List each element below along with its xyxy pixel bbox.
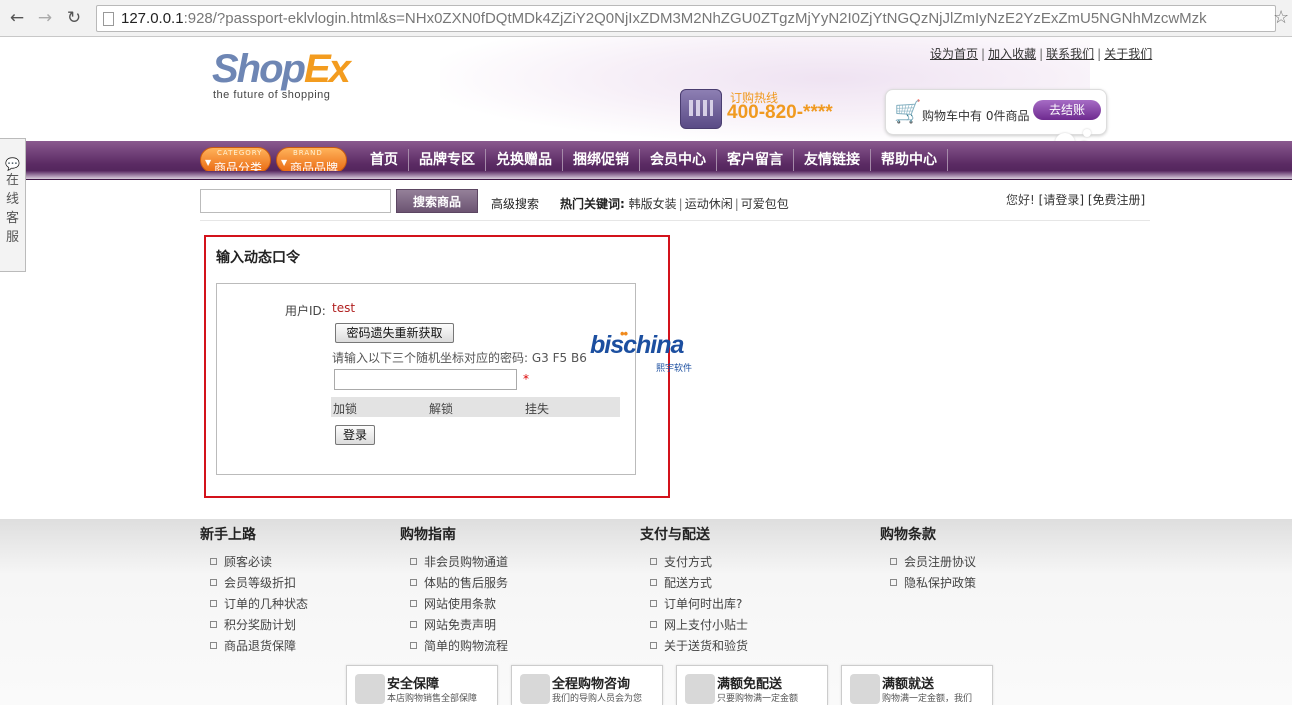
- user-id-value: test: [332, 301, 356, 315]
- checkout-button[interactable]: 去结账: [1033, 100, 1101, 120]
- footer-link[interactable]: 订单的几种状态: [210, 595, 308, 616]
- about-us-link[interactable]: 关于我们: [1104, 47, 1152, 61]
- footer-link[interactable]: 隐私保护政策: [890, 574, 976, 595]
- page-icon: [103, 12, 114, 26]
- watermark-subtitle: 熙宇软件: [656, 364, 693, 374]
- nav-home[interactable]: 首页: [360, 149, 409, 173]
- agent-icon: [520, 674, 550, 704]
- login-link[interactable]: [请登录]: [1039, 193, 1084, 207]
- hot-keywords: 热门关键词: 韩版女装 | 运动休闲 | 可爱包包: [560, 197, 789, 211]
- footer-link[interactable]: 商品退货保障: [210, 637, 308, 658]
- panel-title: 输入动态口令: [216, 250, 300, 266]
- hot-keyword-link[interactable]: 运动休闲: [685, 197, 733, 211]
- footer-column-newbie: 新手上路 顾客必读 会员等级折扣 订单的几种状态 积分奖励计划 商品退货保障: [200, 524, 308, 658]
- add-favorite-link[interactable]: 加入收藏: [988, 47, 1036, 61]
- bischina-watermark-logo: bischina ••: [590, 326, 684, 359]
- footer-link[interactable]: 顾客必读: [210, 553, 308, 574]
- search-input[interactable]: [200, 189, 391, 213]
- dynamic-password-panel: 输入动态口令 用户ID: test 密码遗失重新获取 请输入以下三个随机坐标对应…: [204, 235, 670, 498]
- login-button[interactable]: 登录: [335, 425, 375, 445]
- login-form: 用户ID: test 密码遗失重新获取 请输入以下三个随机坐标对应的密码: G3…: [216, 283, 636, 475]
- hotline-number: 400-820-****: [727, 102, 833, 123]
- bookmark-star-icon[interactable]: ☆: [1273, 7, 1289, 28]
- site-header: ShopEx the future of shopping 设为首页 | 加入收藏 |…: [0, 37, 1292, 153]
- user-id-label: 用户ID:: [285, 304, 326, 318]
- required-mark: *: [523, 372, 529, 386]
- caret-down-icon: ▼: [281, 158, 288, 167]
- footer-link[interactable]: 非会员购物通道: [410, 553, 508, 574]
- url-text: 127.0.0.1:928/?passport-eklvlogin.html&s…: [121, 10, 1207, 27]
- reload-icon[interactable]: ↻: [63, 7, 85, 29]
- nav-friend-links[interactable]: 友情链接: [794, 149, 871, 173]
- footer-link[interactable]: 会员注册协议: [890, 553, 976, 574]
- promo-security[interactable]: 安全保障 本店购物销售全部保障: [346, 665, 498, 705]
- footer-link[interactable]: 订单何时出库?: [650, 595, 748, 616]
- browser-toolbar: ← → ↻ 127.0.0.1:928/?passport-eklvlogin.…: [0, 0, 1292, 37]
- cart-summary: 🛒 购物车中有 0件商品 去结账: [885, 89, 1107, 135]
- telephone-icon: [680, 89, 722, 129]
- top-links: 设为首页 | 加入收藏 | 联系我们 | 关于我们: [930, 47, 1153, 61]
- logo-slogan: the future of shopping: [213, 89, 331, 101]
- user-greeting: 您好! [请登录] [免费注册]: [1006, 193, 1146, 207]
- footer-link[interactable]: 简单的购物流程: [410, 637, 508, 658]
- footer-link[interactable]: 网站使用条款: [410, 595, 508, 616]
- divider: [200, 220, 1150, 221]
- footer-column-payment: 支付与配送 支付方式 配送方式 订单何时出库? 网上支付小贴士 关于送货和验货: [640, 524, 748, 658]
- footer-link[interactable]: 关于送货和验货: [650, 637, 748, 658]
- cart-count-text: 购物车中有 0件商品: [922, 109, 1030, 123]
- category-menu-button[interactable]: CATEGORY ▼ 商品分类: [200, 147, 271, 175]
- footer-link[interactable]: 网站免责声明: [410, 616, 508, 637]
- nav-messages[interactable]: 客户留言: [717, 149, 794, 173]
- set-homepage-link[interactable]: 设为首页: [930, 47, 978, 61]
- coins-icon: [850, 674, 880, 704]
- address-bar[interactable]: 127.0.0.1:928/?passport-eklvlogin.html&s…: [96, 5, 1276, 32]
- delivery-truck-icon: [685, 674, 715, 704]
- nav-brands[interactable]: 品牌专区: [409, 149, 486, 173]
- hot-keyword-link[interactable]: 可爱包包: [741, 197, 789, 211]
- footer-link[interactable]: 配送方式: [650, 574, 748, 595]
- lock-action[interactable]: 加锁: [333, 400, 357, 417]
- hot-keyword-link[interactable]: 韩版女装: [629, 197, 677, 211]
- footer-column-terms: 购物条款 会员注册协议 隐私保护政策: [880, 524, 976, 595]
- brand-menu-button[interactable]: BRAND ▼ 商品品牌: [276, 147, 347, 175]
- coordinate-prompt: 请输入以下三个随机坐标对应的密码: G3 F5 B6: [332, 351, 587, 365]
- promo-consulting[interactable]: 全程购物咨询 我们的导购人员会为您: [511, 665, 663, 705]
- contact-us-link[interactable]: 联系我们: [1046, 47, 1094, 61]
- chat-bubble-icon: 💬: [5, 157, 20, 171]
- nav-member-center[interactable]: 会员中心: [640, 149, 717, 173]
- nav-gifts[interactable]: 兑换赠品: [486, 149, 563, 173]
- main-nav: CATEGORY ▼ 商品分类 BRAND ▼ 商品品牌 首页 品牌专区 兑换赠…: [0, 141, 1292, 180]
- coordinate-password-input[interactable]: [334, 369, 517, 390]
- footer-link[interactable]: 体贴的售后服务: [410, 574, 508, 595]
- caret-down-icon: ▼: [205, 158, 212, 167]
- search-button[interactable]: 搜索商品: [396, 189, 478, 213]
- advanced-search-link[interactable]: 高级搜索: [491, 195, 539, 212]
- cloud-decoration: [1083, 129, 1091, 137]
- nav-help-center[interactable]: 帮助中心: [871, 149, 948, 173]
- shield-icon: [355, 674, 385, 704]
- shopping-cart-icon[interactable]: 🛒: [894, 100, 921, 125]
- forward-arrow-icon[interactable]: →: [34, 7, 56, 29]
- back-arrow-icon[interactable]: ←: [6, 7, 28, 29]
- register-link[interactable]: [免费注册]: [1088, 193, 1145, 207]
- regain-password-button[interactable]: 密码遗失重新获取: [335, 323, 454, 343]
- card-actions-bar: 加锁 解锁 挂失: [331, 397, 620, 417]
- promo-free-shipping[interactable]: 满额免配送 只要购物满一定金额: [676, 665, 828, 705]
- nav-menu: 首页 品牌专区 兑换赠品 捆绑促销 会员中心 客户留言 友情链接 帮助中心: [360, 149, 948, 173]
- promo-gift[interactable]: 满额就送 购物满一定金额，我们: [841, 665, 993, 705]
- nav-bundles[interactable]: 捆绑促销: [563, 149, 640, 173]
- footer-link[interactable]: 网上支付小贴士: [650, 616, 748, 637]
- unlock-action[interactable]: 解锁: [429, 400, 453, 417]
- footer-link[interactable]: 积分奖励计划: [210, 616, 308, 637]
- online-service-tab[interactable]: 💬 在 线 客 服: [0, 138, 26, 272]
- footer-link[interactable]: 会员等级折扣: [210, 574, 308, 595]
- shopex-logo[interactable]: ShopEx: [212, 47, 351, 92]
- report-loss-action[interactable]: 挂失: [525, 400, 549, 417]
- footer-link[interactable]: 支付方式: [650, 553, 748, 574]
- footer-column-guide: 购物指南 非会员购物通道 体贴的售后服务 网站使用条款 网站免责声明 简单的购物…: [400, 524, 508, 658]
